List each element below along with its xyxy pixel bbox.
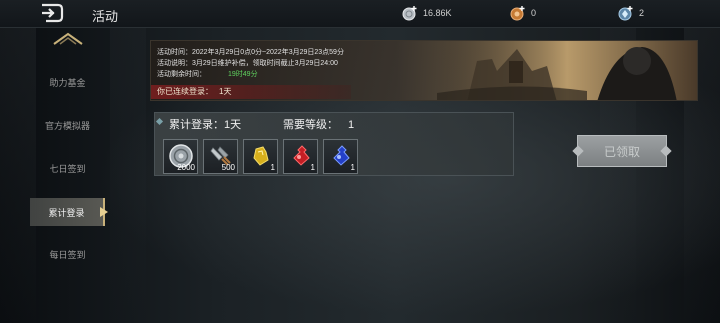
sidebar-item-support-fund[interactable]: 助力基金: [30, 68, 105, 96]
event-remaining-time: 活动剩余时间： 19时49分: [157, 69, 258, 79]
required-level-label: 需要等级： 1: [283, 119, 355, 131]
sidebar: 助力基金 官方模拟器 七日签到 累计登录 每日签到: [30, 28, 108, 323]
cumulative-login-value: 1天: [224, 119, 242, 131]
reward-item-slot[interactable]: 1: [283, 139, 318, 174]
diamond-amount: 2: [639, 8, 645, 18]
sidebar-item-label: 七日签到: [49, 163, 86, 174]
reward-item-quantity: 1: [350, 163, 355, 172]
reward-item-slot[interactable]: 2000: [163, 139, 198, 174]
currency-diamond[interactable]: 2: [618, 5, 644, 21]
silver-coin-icon: [402, 5, 418, 21]
event-time-text: 活动时间：2022年3月29日0点0分~2022年3月29日23点59分: [157, 49, 344, 56]
sidebar-item-label: 累计登录: [48, 207, 85, 218]
reward-item-quantity: 1: [270, 163, 275, 172]
row-marker-icon: [155, 117, 164, 126]
page-title: 活动: [92, 9, 119, 24]
sidebar-item-label: 助力基金: [49, 77, 86, 88]
emblem-icon: [53, 32, 83, 45]
copper-coin-icon: [510, 5, 526, 21]
reward-item-quantity: 1: [310, 163, 315, 172]
remaining-label: 活动剩余时间：: [157, 71, 206, 78]
event-banner: 活动时间：2022年3月29日0点0分~2022年3月29日23点59分 活动说…: [150, 40, 698, 101]
currency-silver[interactable]: 16.86K: [402, 5, 452, 21]
sidebar-item-label: 每日签到: [49, 249, 86, 260]
streak-value: 1天: [219, 87, 232, 96]
event-panel: 活动时间：2022年3月29日0点0分~2022年3月29日23点59分 活动说…: [150, 40, 698, 180]
sidebar-item-label: 官方模拟器: [44, 120, 90, 131]
button-left-cap: [572, 145, 584, 157]
reward-item-quantity: 500: [221, 163, 235, 172]
diamond-coin-icon: [618, 5, 634, 21]
button-right-cap: [660, 145, 672, 157]
banner-art: [437, 41, 697, 100]
reward-item-quantity: 2000: [177, 163, 195, 172]
silver-amount: 16.86K: [423, 8, 452, 18]
sidebar-item-daily-signin[interactable]: 每日签到: [30, 240, 105, 268]
claimed-button-label: 已领取: [603, 144, 640, 159]
reward-item-slot[interactable]: 1: [323, 139, 358, 174]
reward-item-slot[interactable]: 500: [203, 139, 238, 174]
back-button[interactable]: [40, 3, 64, 23]
currency-copper[interactable]: 0: [510, 5, 536, 21]
claimed-button[interactable]: 已领取: [572, 135, 672, 167]
reward-row: 累计登录：1天 需要等级： 1 2000 500 1 1 1: [154, 112, 514, 176]
reward-item-slot[interactable]: 1: [243, 139, 278, 174]
sidebar-item-seven-day-signin[interactable]: 七日签到: [30, 154, 105, 182]
sidebar-item-official-emulator[interactable]: 官方模拟器: [30, 111, 105, 139]
remaining-value: 19时49分: [228, 71, 258, 78]
login-streak-bar: 你已连续登录： 1天: [151, 85, 351, 99]
back-arrow-icon: [42, 3, 64, 23]
cumulative-login-label: 累计登录：1天: [169, 119, 242, 131]
required-level-value: 1: [348, 119, 355, 131]
streak-label: 你已连续登录：: [157, 87, 213, 96]
event-description-text: 活动说明：3月29日维护补偿，领取时间截止3月29日24:00: [157, 60, 338, 67]
copper-amount: 0: [531, 8, 537, 18]
sidebar-item-cumulative-login[interactable]: 累计登录: [30, 198, 108, 226]
top-bar: 活动 16.86K 0 2: [0, 0, 720, 28]
active-indicator-icon: [100, 207, 108, 217]
